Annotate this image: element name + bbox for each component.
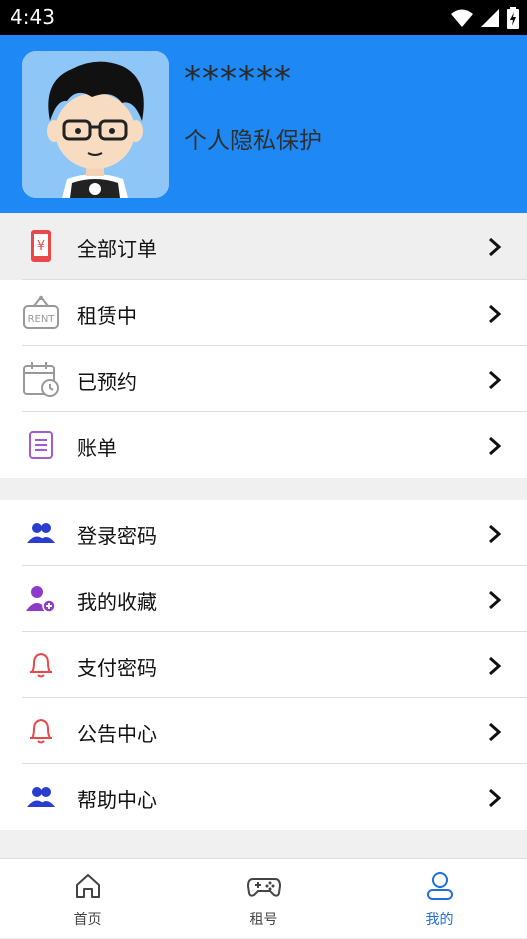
avatar[interactable]	[22, 51, 169, 198]
bottom-tab-bar: 首页 租号 我的	[0, 858, 527, 938]
menu-item-bill[interactable]: 账单	[0, 412, 527, 478]
profile-header: ****** 个人隐私保护	[0, 35, 527, 213]
tab-label: 首页	[73, 912, 102, 928]
menu-item-label: 帮助中心	[77, 788, 157, 812]
chevron-right-icon	[489, 524, 502, 544]
menu-item-all-orders[interactable]: ¥ 全部订单	[0, 213, 527, 279]
avatar-illustration	[22, 51, 169, 198]
menu-item-label: 已预约	[77, 370, 137, 394]
home-icon	[75, 874, 100, 898]
menu-item-label: 支付密码	[77, 656, 157, 680]
menu-item-label: 全部订单	[77, 237, 157, 261]
tab-mine[interactable]: 我的	[352, 859, 527, 939]
chevron-right-icon	[489, 656, 502, 676]
users-icon	[22, 778, 60, 816]
chevron-right-icon	[489, 304, 502, 324]
status-bar: 4:43	[0, 0, 527, 35]
chevron-right-icon	[489, 436, 502, 456]
signal-icon	[481, 9, 499, 27]
tab-label: 我的	[425, 912, 454, 928]
person-icon	[426, 872, 453, 900]
tab-label: 租号	[249, 912, 278, 928]
bell-icon	[22, 712, 60, 750]
bell-icon	[22, 646, 60, 684]
chevron-right-icon	[489, 590, 502, 610]
menu-item-announcements[interactable]: 公告中心	[0, 698, 527, 764]
menu-item-help-center[interactable]: 帮助中心	[0, 764, 527, 830]
svg-text:RENT: RENT	[28, 314, 56, 325]
users-icon	[22, 514, 60, 552]
menu-item-label: 登录密码	[77, 524, 157, 548]
gamepad-icon	[246, 878, 281, 897]
menu-item-login-password[interactable]: 登录密码	[0, 500, 527, 566]
menu-item-favorites[interactable]: 我的收藏	[0, 566, 527, 632]
bill-icon	[22, 426, 60, 464]
chevron-right-icon	[489, 370, 502, 390]
chevron-right-icon	[489, 237, 502, 257]
tab-home[interactable]: 首页	[0, 859, 175, 939]
calendar-clock-icon	[22, 360, 60, 398]
user-add-icon	[22, 580, 60, 618]
battery-icon	[507, 7, 519, 29]
menu-item-label: 租赁中	[77, 304, 137, 328]
menu-item-label: 账单	[77, 436, 117, 460]
menu-item-label: 公告中心	[77, 722, 157, 746]
menu-item-reserved[interactable]: 已预约	[0, 346, 527, 412]
svg-text:¥: ¥	[37, 239, 45, 254]
chevron-right-icon	[489, 788, 502, 808]
rent-sign-icon: RENT	[22, 294, 60, 332]
status-time: 4:43	[10, 5, 55, 29]
username: ******	[184, 59, 292, 99]
yen-phone-icon: ¥	[22, 227, 60, 265]
menu-item-label: 我的收藏	[77, 590, 157, 614]
menu-item-renting[interactable]: RENT 租赁中	[0, 280, 527, 346]
wifi-icon	[451, 9, 473, 27]
chevron-right-icon	[489, 722, 502, 742]
privacy-link[interactable]: 个人隐私保护	[184, 121, 322, 155]
tab-rent[interactable]: 租号	[176, 859, 351, 939]
menu-item-payment-password[interactable]: 支付密码	[0, 632, 527, 698]
